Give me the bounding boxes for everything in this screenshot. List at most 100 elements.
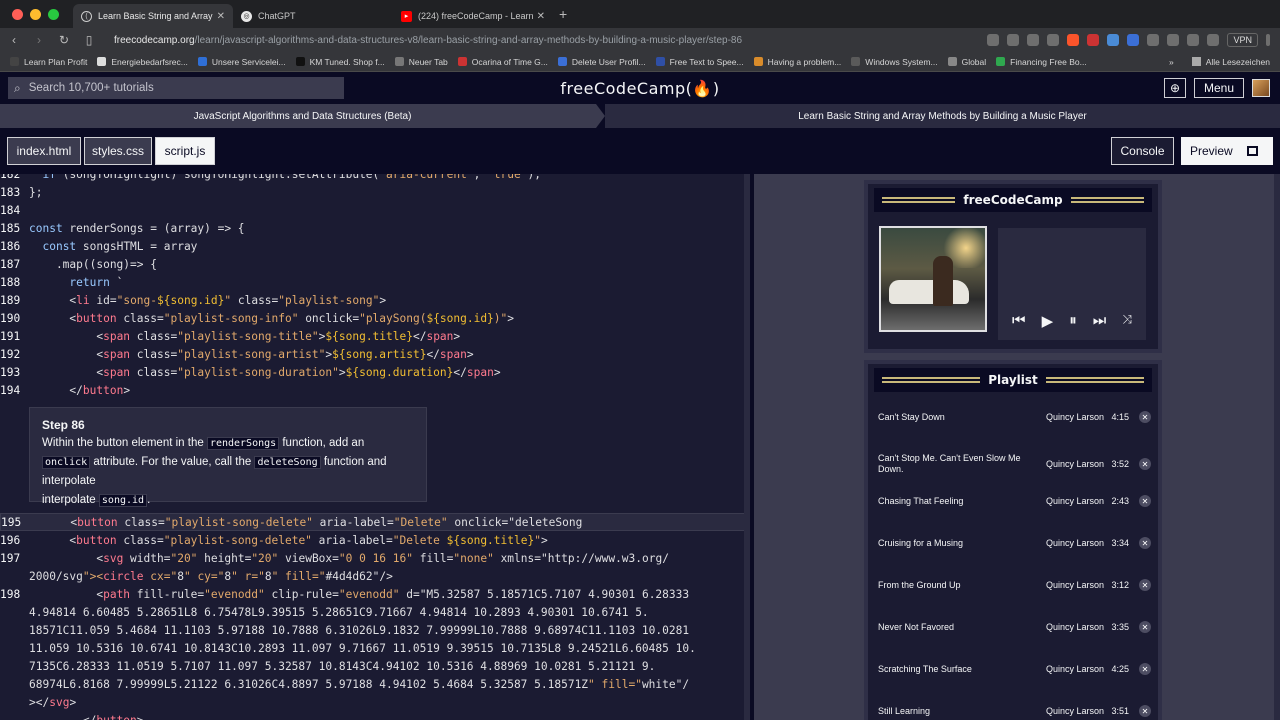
url-field[interactable]: freecodecamp.org/learn/javascript-algori… — [114, 35, 987, 46]
code-line[interactable]: 190 <button class="playlist-song-info" o… — [0, 309, 750, 327]
delete-song-icon[interactable]: ✕ — [1139, 663, 1151, 675]
delete-song-icon[interactable]: ✕ — [1139, 458, 1151, 470]
vpn-button[interactable]: VPN — [1227, 33, 1258, 47]
delete-song-icon[interactable]: ✕ — [1139, 621, 1151, 633]
code-line[interactable]: 186 const songsHTML = array — [0, 237, 750, 255]
code-line[interactable]: 194 </button> — [0, 381, 750, 399]
bookmarks-folder[interactable]: » Alle Lesezeichen — [1169, 57, 1270, 67]
bookmark-item[interactable]: Learn Plan Profit — [10, 57, 87, 67]
delete-song-icon[interactable]: ✕ — [1139, 537, 1151, 549]
code-line[interactable]: 192 <span class="playlist-song-artist">$… — [0, 345, 750, 363]
delete-song-icon[interactable]: ✕ — [1139, 579, 1151, 591]
extension-icon[interactable] — [1147, 34, 1160, 46]
bookmark-item[interactable]: Neuer Tab — [394, 57, 448, 67]
delete-song-icon[interactable]: ✕ — [1139, 705, 1151, 717]
code-line[interactable]: 18571C11.059 5.4684 11.1103 5.97188 10.7… — [0, 621, 750, 639]
code-line[interactable]: 185 const renderSongs = (array) => { — [0, 219, 750, 237]
playlist-song[interactable]: Scratching The Surface Quincy Larson 4:25 ✕ — [878, 663, 1158, 675]
bookmark-item[interactable]: Delete User Profil... — [557, 57, 646, 67]
tab-script-js[interactable]: script.js — [155, 137, 215, 165]
maximize-window-button[interactable] — [48, 8, 59, 20]
bookmark-item[interactable]: KM Tuned. Shop f... — [295, 57, 385, 67]
new-tab-icon[interactable]: + — [559, 6, 567, 22]
forward-icon[interactable]: › — [28, 33, 50, 47]
previous-icon[interactable]: ⏮ — [1012, 312, 1026, 330]
close-window-button[interactable] — [12, 8, 23, 20]
search-input[interactable]: ⌕ Search 10,700+ tutorials — [8, 77, 344, 99]
rewards-icon[interactable] — [1087, 34, 1100, 46]
extension-icon[interactable] — [1107, 34, 1120, 46]
tab-index-html[interactable]: index.html — [7, 137, 81, 165]
bookmark-item[interactable]: Unsere Servicelei... — [197, 57, 286, 67]
breadcrumb-block[interactable]: Learn Basic String and Array Methods by … — [605, 104, 1280, 128]
screen-icon[interactable] — [1007, 34, 1020, 46]
avatar[interactable] — [1252, 79, 1270, 97]
brave-shield-icon[interactable] — [1067, 34, 1080, 46]
pause-icon[interactable]: ⏸ — [1069, 312, 1077, 330]
playlist-song[interactable]: Can't Stay Down Quincy Larson 4:15 ✕ — [878, 411, 1158, 423]
play-icon[interactable]: ▶ — [1042, 312, 1054, 330]
browser-tab-youtube[interactable]: ▸ (224) freeCodeCamp - Learn Basi ✕ — [393, 4, 553, 28]
code-line[interactable]: 195 <button class="playlist-song-delete"… — [0, 513, 750, 531]
delete-song-icon[interactable]: ✕ — [1139, 411, 1151, 423]
preview-scrollbar[interactable] — [1274, 174, 1280, 720]
share-icon[interactable] — [1027, 34, 1040, 46]
code-line[interactable]: </button> — [0, 711, 750, 720]
bookmark-icon[interactable]: ▯ — [78, 33, 100, 47]
close-tab-icon[interactable]: ✕ — [537, 11, 545, 22]
code-line[interactable]: ></svg> — [0, 693, 750, 711]
language-globe-icon[interactable]: ⊕ — [1163, 78, 1186, 98]
puzzle-icon[interactable] — [1167, 34, 1180, 46]
tab-styles-css[interactable]: styles.css — [84, 137, 152, 165]
breadcrumb-superblock[interactable]: JavaScript Algorithms and Data Structure… — [0, 104, 605, 128]
bookmarks-more[interactable]: » — [1169, 57, 1174, 67]
code-line[interactable]: 7135C6.28333 11.0519 5.7107 11.097 5.325… — [0, 657, 750, 675]
code-line[interactable]: 197 <svg width="20" height="20" viewBox=… — [0, 549, 750, 567]
code-line[interactable]: 183}; — [0, 183, 750, 201]
code-line[interactable]: 191 <span class="playlist-song-title">${… — [0, 327, 750, 345]
reload-icon[interactable]: ↻ — [53, 33, 75, 47]
code-line[interactable]: 11.059 10.5316 10.6741 10.8143C10.2893 1… — [0, 639, 750, 657]
code-line[interactable]: 4.94814 6.60485 5.28651L8 6.75478L9.3951… — [0, 603, 750, 621]
playlist-song[interactable]: Still Learning Quincy Larson 3:51 ✕ — [878, 705, 1158, 717]
bookmark-item[interactable]: Energiebedarfsrec... — [97, 57, 188, 67]
sidebar-icon[interactable] — [1187, 34, 1200, 46]
extension-icon[interactable] — [1127, 34, 1140, 46]
bookmark-item[interactable]: Windows System... — [851, 57, 938, 67]
browser-tab-fcc[interactable]: ( Learn Basic String and Array M ✕ — [73, 4, 233, 28]
menu-button[interactable]: Menu — [1193, 78, 1244, 98]
playlist-song[interactable]: Can't Stop Me. Can't Even Slow Me Down. Q… — [878, 453, 1158, 475]
wallet-icon[interactable] — [1207, 34, 1220, 46]
close-tab-icon[interactable]: ✕ — [217, 11, 225, 22]
next-icon[interactable]: ⏭ — [1093, 312, 1107, 330]
minimize-window-button[interactable] — [30, 8, 41, 20]
playlist-song[interactable]: From the Ground Up Quincy Larson 3:12 ✕ — [878, 579, 1158, 591]
menu-icon[interactable] — [1266, 34, 1270, 46]
key-icon[interactable] — [1047, 34, 1060, 46]
back-icon[interactable]: ‹ — [3, 33, 25, 47]
code-line[interactable]: 193 <span class="playlist-song-duration"… — [0, 363, 750, 381]
code-editor[interactable]: </button> ></svg> 68974L6.8168 7.99999L5.2… — [0, 174, 750, 720]
bookmark-item[interactable]: Global — [947, 57, 986, 67]
browser-tab-chatgpt[interactable]: ◎ ChatGPT — [233, 4, 393, 28]
code-line[interactable]: 2000/svg"><circle cx="8" cy="8" r="8" fi… — [0, 567, 750, 585]
code-line[interactable]: 196 <button class="playlist-song-delete"… — [0, 531, 750, 549]
playlist-song[interactable]: Cruising for a Musing Quincy Larson 3:34 ✕ — [878, 537, 1158, 549]
console-button[interactable]: Console — [1111, 137, 1174, 165]
playlist-song[interactable]: Never Not Favored Quincy Larson 3:35 ✕ — [878, 621, 1158, 633]
bookmark-item[interactable]: Free Text to Spee... — [655, 57, 744, 67]
playlist-song[interactable]: Chasing That Feeling Quincy Larson 2:43 ✕ — [878, 495, 1158, 507]
code-line[interactable]: 182 if (songToHighlight) songToHighlight… — [0, 174, 750, 183]
bookmark-item[interactable]: Ocarina of Time G... — [457, 57, 548, 67]
delete-song-icon[interactable]: ✕ — [1139, 495, 1151, 507]
shuffle-icon[interactable]: ⤨ — [1122, 312, 1132, 330]
code-line[interactable]: 187 .map((song)=> { — [0, 255, 750, 273]
code-line[interactable]: 68974L6.8168 7.99999L5.21122 6.31026C4.8… — [0, 675, 750, 693]
code-line[interactable]: 189 <li id="song-${song.id}" class="play… — [0, 291, 750, 309]
bookmark-item[interactable]: Having a problem... — [753, 57, 841, 67]
code-line[interactable]: 188 return ` — [0, 273, 750, 291]
bookmark-item[interactable]: Financing Free Bo... — [996, 57, 1087, 67]
code-line[interactable]: 198 <path fill-rule="evenodd" clip-rule=… — [0, 585, 750, 603]
code-line[interactable]: 184 — [0, 201, 750, 219]
preview-button[interactable]: Preview — [1181, 137, 1273, 165]
